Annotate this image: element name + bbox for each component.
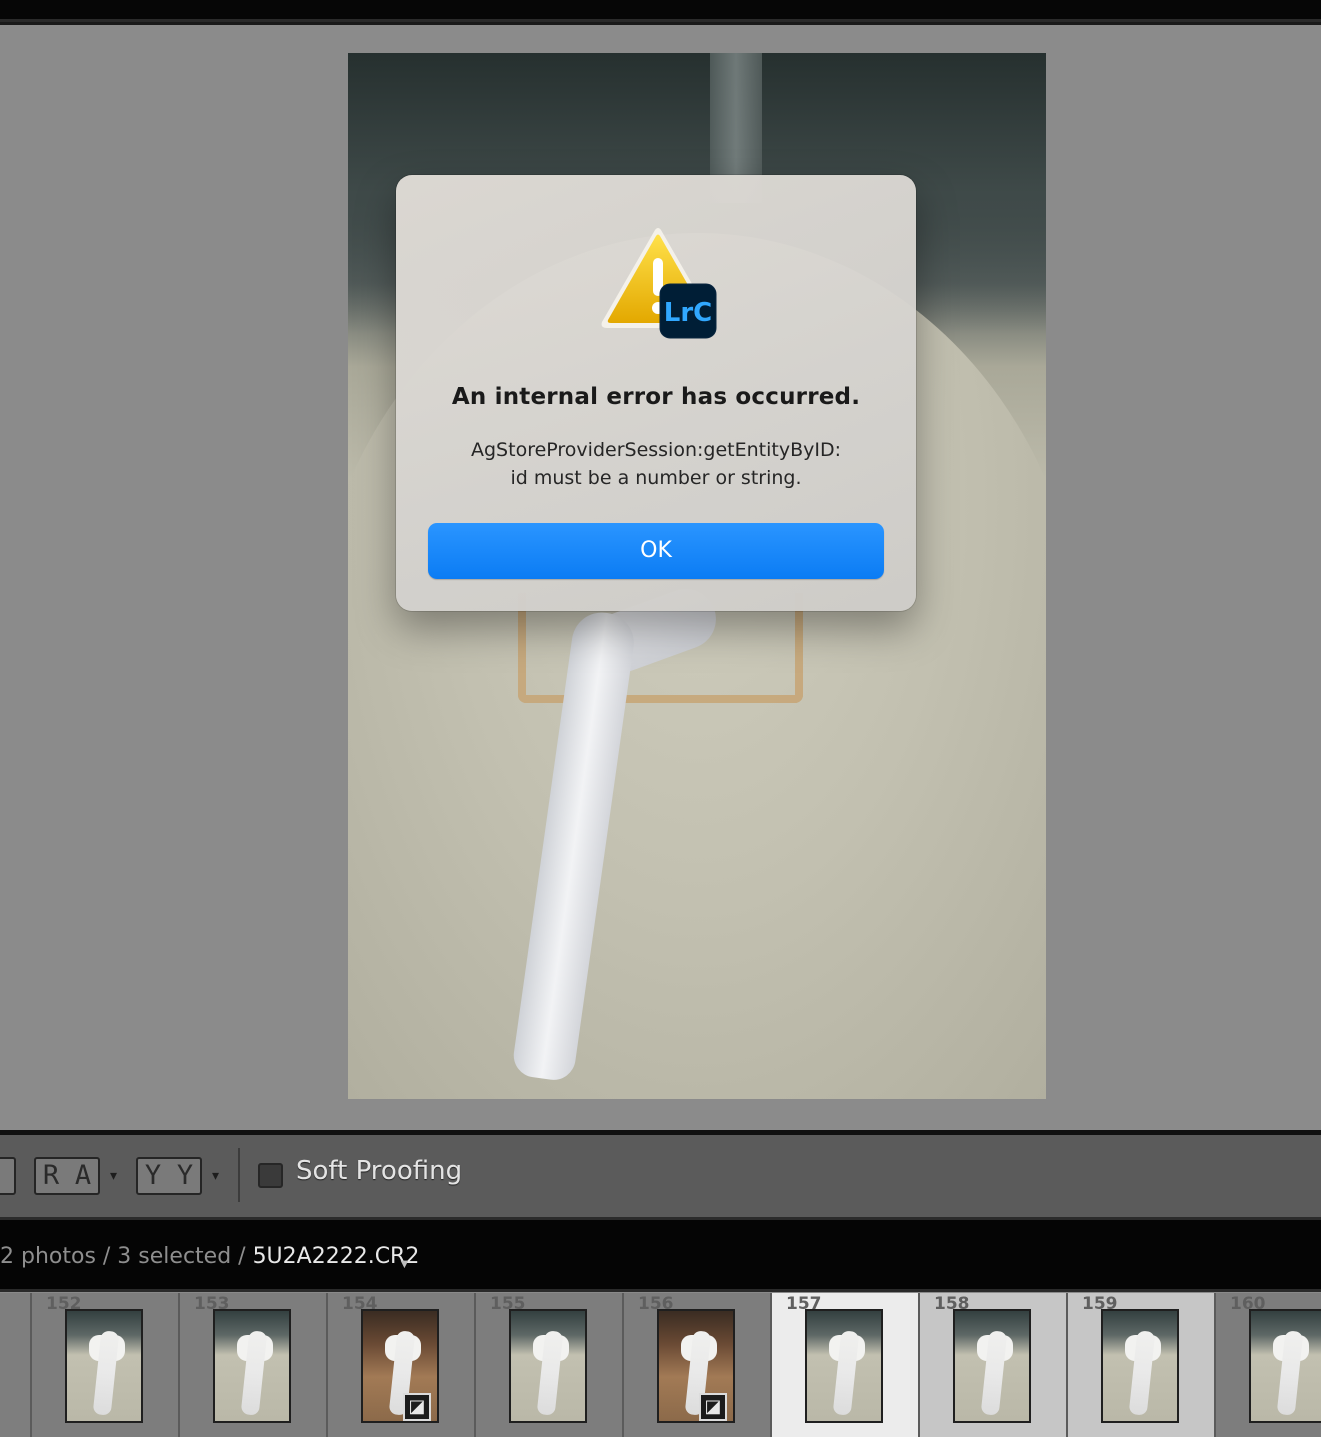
lightroom-window: LrC An internal error has occurred. AgSt… xyxy=(0,0,1321,1437)
filmstrip-thumbnail[interactable] xyxy=(1101,1309,1179,1423)
dialog-message-line2: id must be a number or string. xyxy=(510,467,802,489)
current-file-name[interactable]: 5U2A2222.CR2 xyxy=(253,1244,420,1269)
view-mode-button[interactable] xyxy=(0,1157,16,1195)
lrc-app-badge: LrC xyxy=(659,283,717,339)
top-menu-strip xyxy=(0,0,1321,25)
yy-dropdown-icon[interactable]: ▾ xyxy=(212,1168,219,1184)
yy-letter-left: Y xyxy=(144,1160,162,1191)
toolbar-divider xyxy=(238,1148,240,1202)
dialog-message: AgStoreProviderSession:getEntityByID: id… xyxy=(406,436,906,492)
filmstrip-thumbnail[interactable] xyxy=(805,1309,883,1423)
filmstrip-thumbnail[interactable] xyxy=(213,1309,291,1423)
filmstrip-thumbnail[interactable] xyxy=(509,1309,587,1423)
edit-adjustment-icon: ◪ xyxy=(403,1393,431,1421)
dialog-message-line1: AgStoreProviderSession:getEntityByID: xyxy=(471,439,841,461)
soft-proofing-label[interactable]: Soft Proofing xyxy=(296,1156,462,1186)
yy-letter-right: Y xyxy=(176,1160,194,1191)
lrc-badge-text: LrC xyxy=(664,298,712,328)
filmstrip-thumbnail[interactable] xyxy=(953,1309,1031,1423)
edit-adjustment-glyph: ◪ xyxy=(408,1396,426,1417)
before-after-letter-left: R xyxy=(42,1160,60,1191)
photo-count: 2 photos / 3 selected / xyxy=(0,1244,253,1269)
ok-button[interactable]: OK xyxy=(428,523,884,579)
soft-proofing-checkbox[interactable] xyxy=(258,1163,283,1188)
file-menu-chevron-down-icon[interactable]: ▼ xyxy=(398,1256,411,1271)
edit-adjustment-glyph: ◪ xyxy=(704,1396,722,1417)
warning-triangle-icon: LrC xyxy=(601,228,717,339)
filmstrip-thumbnail[interactable] xyxy=(1249,1309,1321,1423)
filmstrip-thumbnail[interactable] xyxy=(65,1309,143,1423)
dialog-title: An internal error has occurred. xyxy=(451,384,861,410)
edit-adjustment-icon: ◪ xyxy=(699,1393,727,1421)
before-after-dropdown-icon[interactable]: ▾ xyxy=(110,1168,117,1184)
before-after-letter-right: A xyxy=(74,1160,92,1191)
photo-count-text: 2 photos / 3 selected / 5U2A2222.CR2 xyxy=(0,1244,419,1269)
